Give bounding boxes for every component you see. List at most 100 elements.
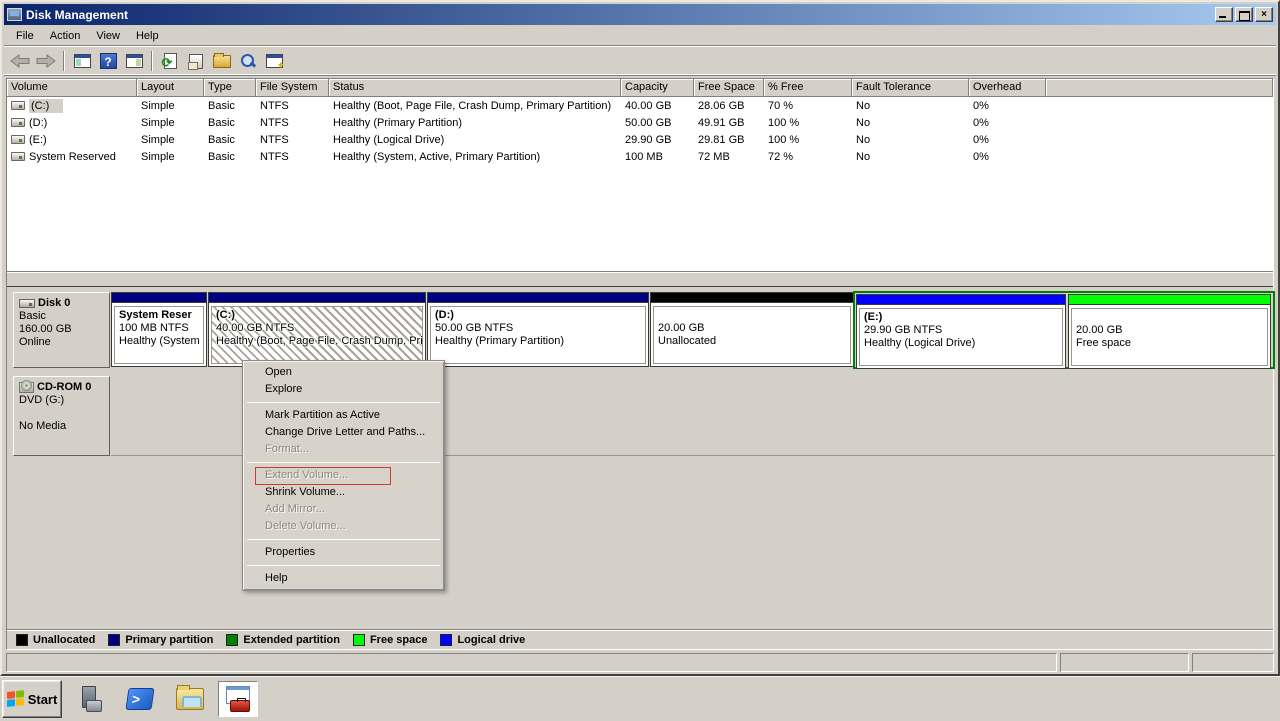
menu-item-extend-volume: Extend Volume...: [245, 467, 442, 484]
table-row-system-reserved[interactable]: System Reserved Simple Basic NTFS Health…: [7, 148, 1273, 165]
volume-icon: [11, 135, 25, 144]
menu-item-mark-partition-active[interactable]: Mark Partition as Active: [245, 407, 442, 424]
logical-drive-swatch: [440, 634, 452, 646]
volume-name: (E:): [29, 134, 47, 146]
toolbar-separator: [63, 51, 65, 71]
disk-kind: Basic: [19, 310, 107, 323]
properties-icon[interactable]: [184, 49, 208, 73]
menu-separator: [247, 565, 440, 566]
column-header-freespace[interactable]: Free Space: [694, 79, 764, 97]
cdrom-state: No Media: [19, 420, 107, 433]
cell-freespace: 29.81 GB: [694, 134, 764, 146]
windows-logo-icon: [7, 690, 25, 708]
menu-item-change-drive-letter[interactable]: Change Drive Letter and Paths...: [245, 424, 442, 441]
unallocated-swatch: [16, 634, 28, 646]
partition-system-reserved[interactable]: System Reser100 MB NTFSHealthy (System: [111, 292, 207, 367]
menu-item-format: Format...: [245, 441, 442, 458]
disk-name: Disk 0: [38, 297, 70, 310]
menu-item-open[interactable]: Open: [245, 364, 442, 381]
cell-pctfree: 100 %: [764, 134, 852, 146]
menu-action[interactable]: Action: [42, 27, 89, 45]
menu-item-properties[interactable]: Properties: [245, 544, 442, 561]
volume-icon: [11, 118, 25, 127]
partition-stripe: [651, 293, 853, 303]
partition-c-selected[interactable]: (C:)40.00 GB NTFSHealthy (Boot, Page Fil…: [208, 292, 426, 367]
cell-type: Basic: [204, 117, 256, 129]
cdrom0-header[interactable]: CD-ROM 0 DVD (G:) No Media: [13, 376, 110, 456]
table-row-c[interactable]: (C:) Simple Basic NTFS Healthy (Boot, Pa…: [7, 97, 1273, 114]
cell-filesystem: NTFS: [256, 151, 329, 163]
disk0-header[interactable]: Disk 0 Basic 160.00 GB Online: [13, 292, 110, 368]
column-header-layout[interactable]: Layout: [137, 79, 204, 97]
menu-file[interactable]: File: [8, 27, 42, 45]
forward-icon[interactable]: [34, 49, 58, 73]
cell-layout: Simple: [137, 100, 204, 112]
taskbar: Start > « ⚐ 3:18 PM 7/3/2019: [0, 676, 1280, 720]
cell-pctfree: 100 %: [764, 117, 852, 129]
partition-stripe: [857, 295, 1065, 305]
menu-separator: [247, 539, 440, 540]
pane-splitter[interactable]: [7, 271, 1273, 286]
column-header-status[interactable]: Status: [329, 79, 621, 97]
start-button[interactable]: Start: [2, 680, 62, 718]
column-header-pctfree[interactable]: % Free: [764, 79, 852, 97]
cell-status: Healthy (Primary Partition): [329, 117, 621, 129]
cell-freespace: 49.91 GB: [694, 117, 764, 129]
menu-help[interactable]: Help: [128, 27, 167, 45]
table-row-e[interactable]: (E:) Simple Basic NTFS Healthy (Logical …: [7, 131, 1273, 148]
table-row-d[interactable]: (D:) Simple Basic NTFS Healthy (Primary …: [7, 114, 1273, 131]
cell-overhead: 0%: [969, 151, 1046, 163]
cell-type: Basic: [204, 151, 256, 163]
graphical-view: Disk 0 Basic 160.00 GB Online System Res…: [7, 286, 1273, 629]
help-icon[interactable]: ?: [96, 49, 120, 73]
rescan-disks-icon[interactable]: [236, 49, 260, 73]
column-header-type[interactable]: Type: [204, 79, 256, 97]
refresh-icon[interactable]: ⟳: [158, 49, 182, 73]
status-bar: [4, 650, 1276, 674]
maximize-button[interactable]: [1235, 7, 1253, 22]
legend-item-extended: Extended partition: [226, 634, 340, 646]
cell-type: Basic: [204, 100, 256, 112]
cdrom-icon: [19, 382, 34, 393]
menu-view[interactable]: View: [88, 27, 128, 45]
cell-overhead: 0%: [969, 100, 1046, 112]
cell-faulttolerance: No: [852, 134, 969, 146]
cell-layout: Simple: [137, 117, 204, 129]
column-header-capacity[interactable]: Capacity: [621, 79, 694, 97]
taskbar-app-file-explorer[interactable]: [170, 681, 210, 717]
cell-pctfree: 70 %: [764, 100, 852, 112]
show-console-tree-icon[interactable]: [70, 49, 94, 73]
taskbar-app-server-manager[interactable]: [70, 681, 110, 717]
computer-management-icon: [224, 686, 252, 712]
open-folder-icon[interactable]: [210, 49, 234, 73]
taskbar-app-powershell[interactable]: >: [120, 681, 160, 717]
free-space-swatch: [353, 634, 365, 646]
partition-e-logical[interactable]: (E:)29.90 GB NTFSHealthy (Logical Drive): [856, 294, 1066, 369]
back-icon[interactable]: [8, 49, 32, 73]
column-header-volume[interactable]: Volume: [7, 79, 137, 97]
cell-freespace: 72 MB: [694, 151, 764, 163]
cell-status: Healthy (Boot, Page File, Crash Dump, Pr…: [329, 100, 621, 112]
partition-free-space[interactable]: 20.00 GBFree space: [1068, 294, 1271, 369]
menu-item-explore[interactable]: Explore: [245, 381, 442, 398]
column-header-filesystem[interactable]: File System: [256, 79, 329, 97]
partition-stripe: [112, 293, 206, 303]
title-bar[interactable]: Disk Management ×: [4, 4, 1276, 25]
volume-icon: [11, 101, 25, 110]
column-header-faulttolerance[interactable]: Fault Tolerance: [852, 79, 969, 97]
menu-item-help[interactable]: Help: [245, 570, 442, 587]
column-header-overhead[interactable]: Overhead: [969, 79, 1046, 97]
disk-console-icon[interactable]: [262, 49, 286, 73]
show-action-pane-icon[interactable]: [122, 49, 146, 73]
taskbar-app-computer-management[interactable]: [218, 681, 258, 717]
primary-partition-swatch: [108, 634, 120, 646]
app-icon: [7, 8, 22, 21]
partition-unallocated[interactable]: 20.00 GBUnallocated: [650, 292, 854, 367]
cell-filesystem: NTFS: [256, 117, 329, 129]
cell-faulttolerance: No: [852, 100, 969, 112]
menu-item-shrink-volume[interactable]: Shrink Volume...: [245, 484, 442, 501]
partition-d[interactable]: (D:)50.00 GB NTFSHealthy (Primary Partit…: [427, 292, 649, 367]
status-panel: [1192, 653, 1274, 672]
close-button[interactable]: ×: [1255, 7, 1273, 22]
minimize-button[interactable]: [1215, 7, 1233, 22]
